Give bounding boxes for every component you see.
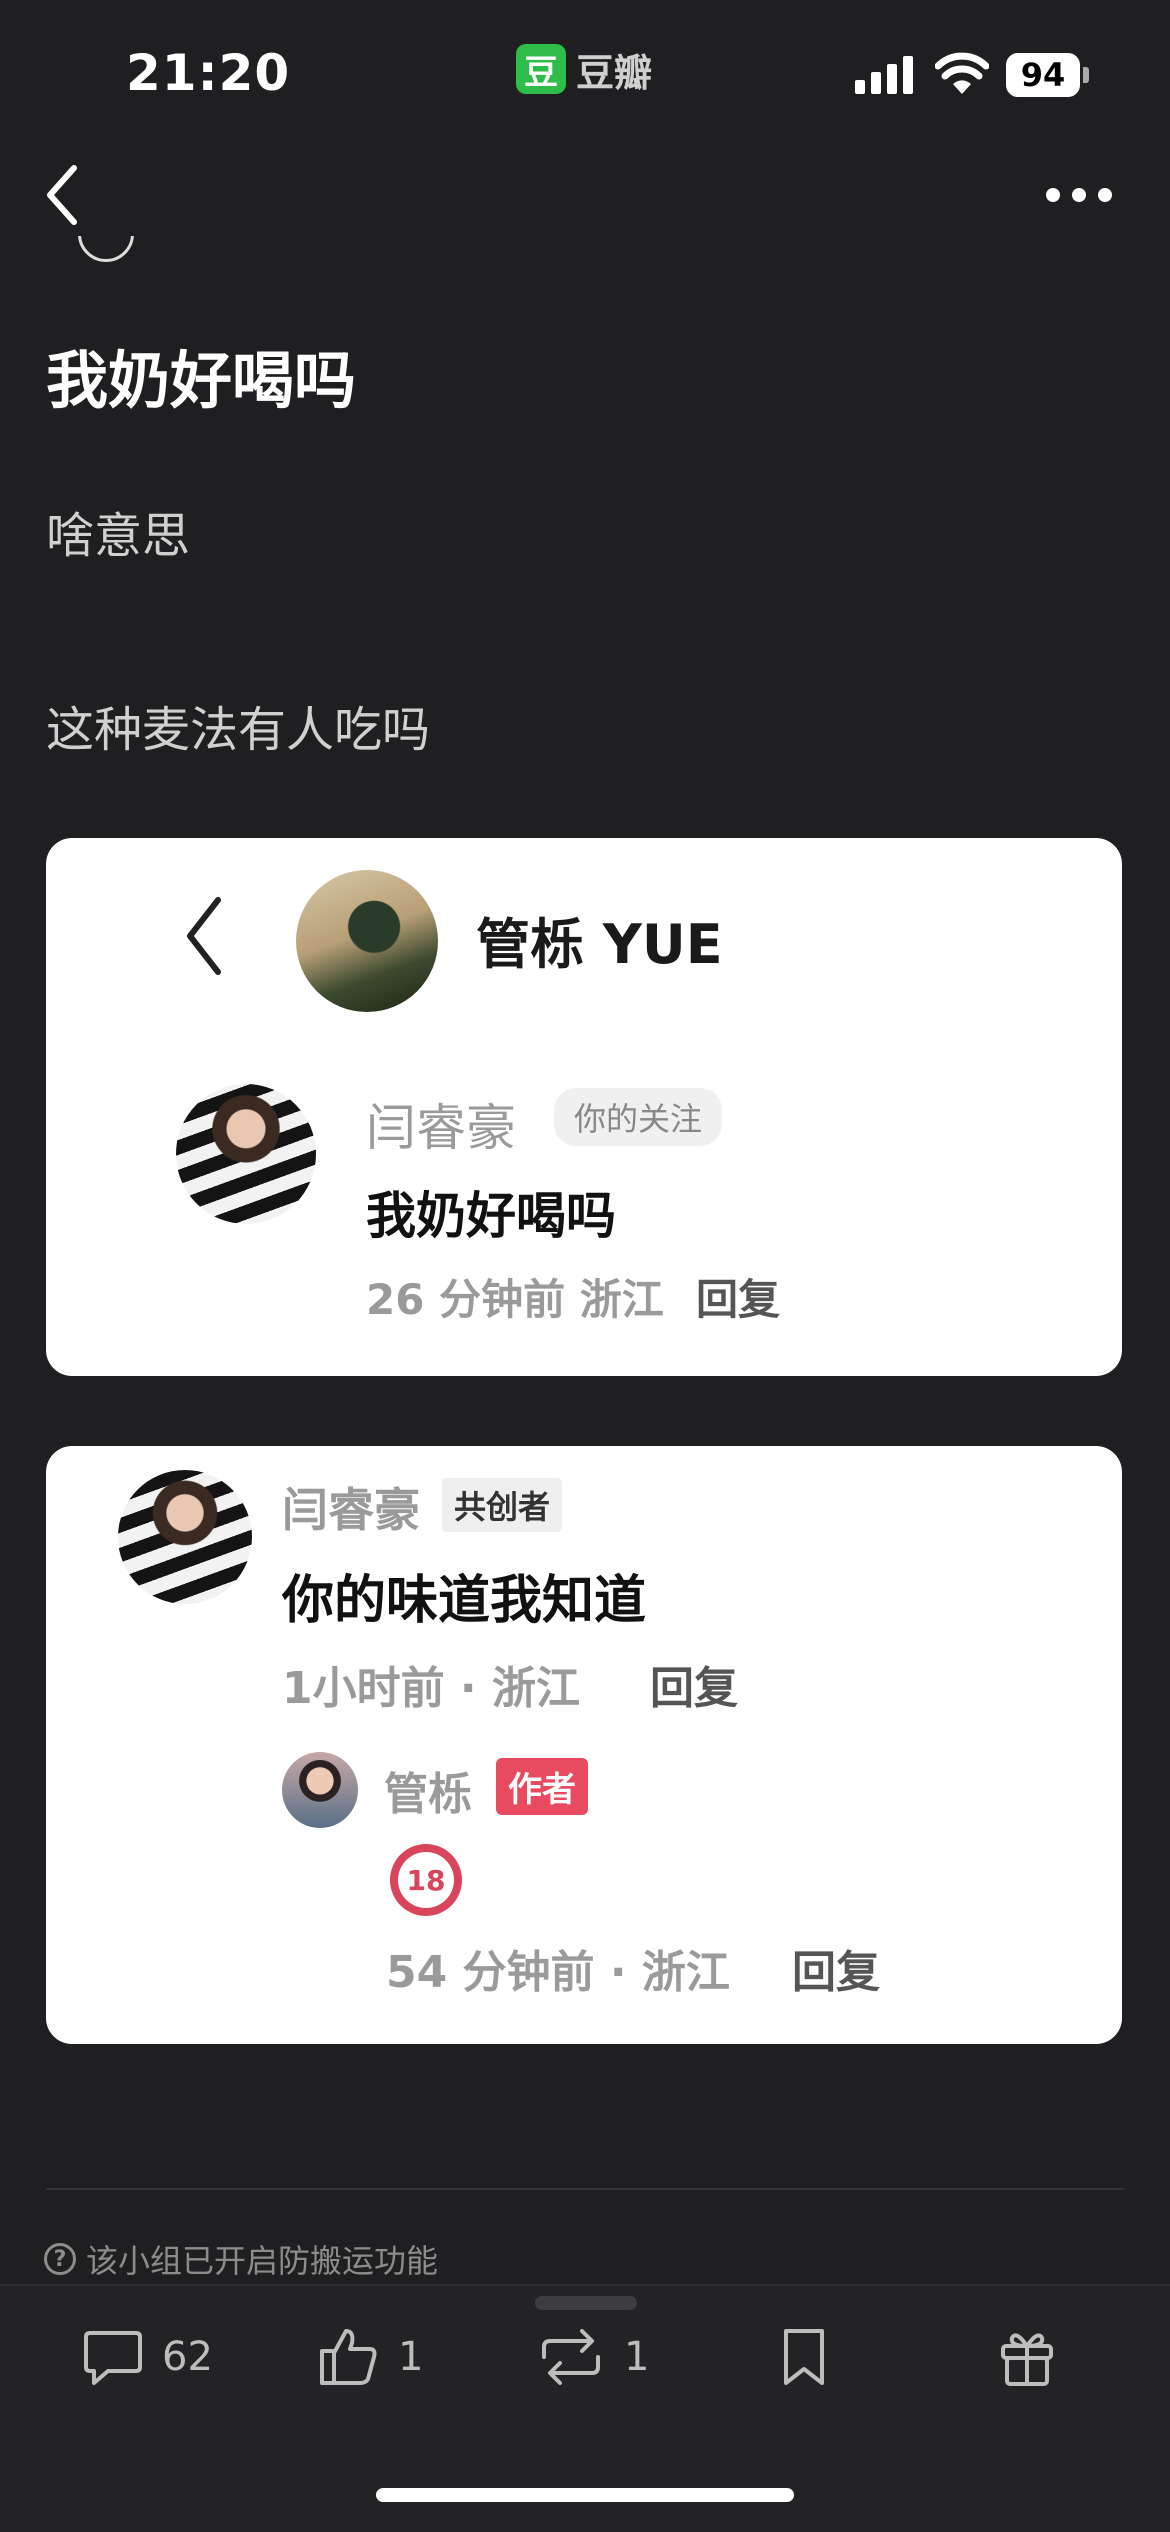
- avatar: [176, 1084, 316, 1224]
- author-avatar[interactable]: [78, 236, 134, 266]
- no-under-18-emoji-icon: 18: [390, 1844, 462, 1916]
- wifi-icon: [935, 52, 989, 94]
- bookmark-icon: [784, 2329, 824, 2385]
- author-badge: 作者: [496, 1758, 588, 1815]
- like-count: 1: [398, 2334, 424, 2380]
- gift-button[interactable]: [998, 2326, 1056, 2388]
- like-button[interactable]: 1: [318, 2326, 423, 2388]
- follow-badge: 你的关注: [554, 1088, 723, 1146]
- app-badge: 豆 豆瓣: [516, 42, 652, 96]
- back-icon[interactable]: [40, 160, 90, 230]
- cellular-signal-icon: [855, 54, 913, 94]
- comment-username: 闫睿豪: [282, 1483, 420, 1537]
- home-indicator[interactable]: [376, 2488, 794, 2502]
- cocreator-badge: 共创者: [442, 1478, 563, 1532]
- emoji-label: 18: [398, 1852, 454, 1908]
- drag-handle[interactable]: [535, 2296, 637, 2310]
- back-icon: [187, 897, 221, 975]
- post-title: 我奶好喝吗: [46, 344, 357, 417]
- reply-meta: 54 分钟前 · 浙江: [386, 1947, 730, 1998]
- comment-text: 我奶好喝吗: [366, 1187, 616, 1245]
- comment-meta: 26 分钟前 浙江: [366, 1275, 664, 1324]
- like-icon: [320, 2329, 377, 2385]
- douban-logo-icon: 豆: [516, 44, 566, 94]
- comment-text: 你的味道我知道: [282, 1571, 647, 1631]
- reply-link: 回复: [792, 1947, 880, 1998]
- help-icon: ?: [44, 2243, 76, 2275]
- screenshot-image-2[interactable]: 闫睿豪 共创者 你的味道我知道 1小时前 · 浙江 回复 管栎 作者 18 54…: [46, 1446, 1122, 2044]
- comment-icon: [84, 2331, 142, 2385]
- avatar: [118, 1470, 252, 1604]
- post-paragraph-2: 这种麦法有人吃吗: [46, 702, 431, 758]
- reshare-icon: [542, 2329, 600, 2385]
- reply-link: 回复: [650, 1663, 738, 1714]
- battery-indicator: 94: [1006, 52, 1090, 98]
- avatar: [296, 870, 438, 1012]
- gift-icon: [1001, 2333, 1053, 2386]
- status-time: 21:20: [126, 44, 291, 102]
- app-name: 豆瓣: [576, 50, 653, 95]
- comment-button[interactable]: 62: [82, 2326, 213, 2388]
- more-icon[interactable]: [1046, 188, 1112, 208]
- comment-count: 62: [162, 2334, 213, 2380]
- reply-username: 管栎: [384, 1769, 472, 1820]
- divider: [46, 2188, 1124, 2190]
- post-paragraph-1: 啥意思: [46, 508, 191, 564]
- reshare-count: 1: [624, 2334, 650, 2380]
- reply-link: 回复: [696, 1275, 781, 1324]
- comment-meta: 1小时前 · 浙江: [282, 1663, 580, 1714]
- battery-level: 94: [1006, 53, 1080, 97]
- notice-text: 该小组已开启防搬运功能: [86, 2242, 439, 2280]
- reshare-button[interactable]: 1: [536, 2326, 649, 2388]
- avatar: [282, 1752, 358, 1828]
- bookmark-button[interactable]: [776, 2326, 832, 2388]
- comment-username: 闫睿豪: [366, 1099, 516, 1157]
- screenshot-image-1[interactable]: 管栎 YUE 闫睿豪 你的关注 我奶好喝吗 26 分钟前 浙江 回复: [46, 838, 1122, 1376]
- chat-header-name: 管栎 YUE: [476, 913, 723, 976]
- anti-repost-notice[interactable]: ? 该小组已开启防搬运功能: [44, 2236, 438, 2282]
